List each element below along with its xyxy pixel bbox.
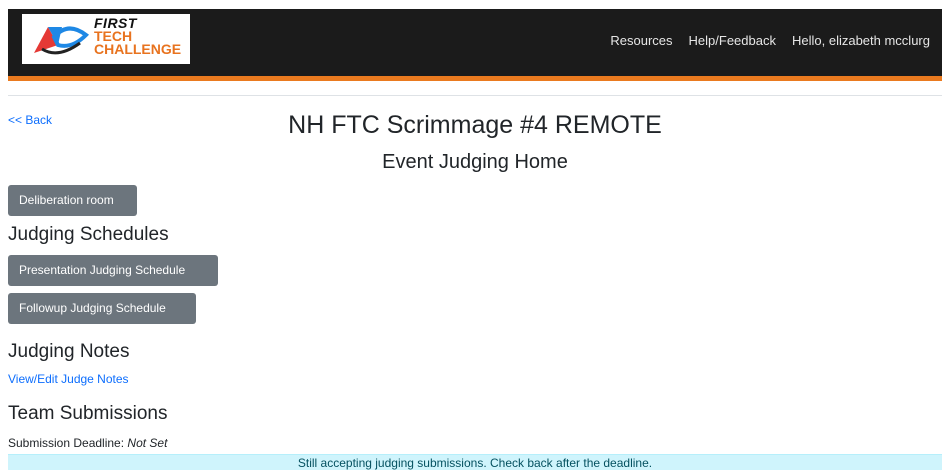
submissions-info-alert: Still accepting judging submissions. Che… <box>8 454 942 470</box>
logo-challenge-text: CHALLENGE <box>94 41 182 57</box>
user-greeting-menu[interactable]: Hello, elizabeth mcclurg <box>792 33 930 48</box>
nav-help-feedback-link[interactable]: Help/Feedback <box>689 33 776 48</box>
first-tech-challenge-logo[interactable]: FIRST TECH CHALLENGE <box>22 14 190 64</box>
edit-judge-notes-link[interactable]: View/Edit Judge Notes <box>8 372 129 386</box>
navbar-accent-stripe <box>8 76 942 81</box>
back-link[interactable]: << Back <box>8 113 52 127</box>
deadline-value: Not Set <box>127 436 168 450</box>
team-submissions-heading: Team Submissions <box>8 403 168 424</box>
followup-schedule-button[interactable]: Followup Judging Schedule <box>8 293 196 324</box>
judging-schedules-heading: Judging Schedules <box>8 224 169 245</box>
logo-wordmark: FIRST TECH CHALLENGE <box>94 16 182 57</box>
page-subtitle: Event Judging Home <box>382 151 568 173</box>
presentation-schedule-button[interactable]: Presentation Judging Schedule <box>8 255 218 286</box>
ftc-logo-icon <box>34 26 90 55</box>
nav-resources-link[interactable]: Resources <box>610 33 672 48</box>
header-nav: Resources Help/Feedback Hello, elizabeth… <box>610 33 930 48</box>
alert-text: Still accepting judging submissions. Che… <box>297 456 653 470</box>
submission-deadline: Submission Deadline: Not Set <box>8 436 167 450</box>
judging-notes-heading: Judging Notes <box>8 341 130 362</box>
header-divider <box>8 95 942 96</box>
deadline-label: Submission Deadline: <box>8 436 125 450</box>
page-title: NH FTC Scrimmage #4 REMOTE <box>288 111 662 139</box>
deliberation-room-button[interactable]: Deliberation room <box>8 185 137 216</box>
